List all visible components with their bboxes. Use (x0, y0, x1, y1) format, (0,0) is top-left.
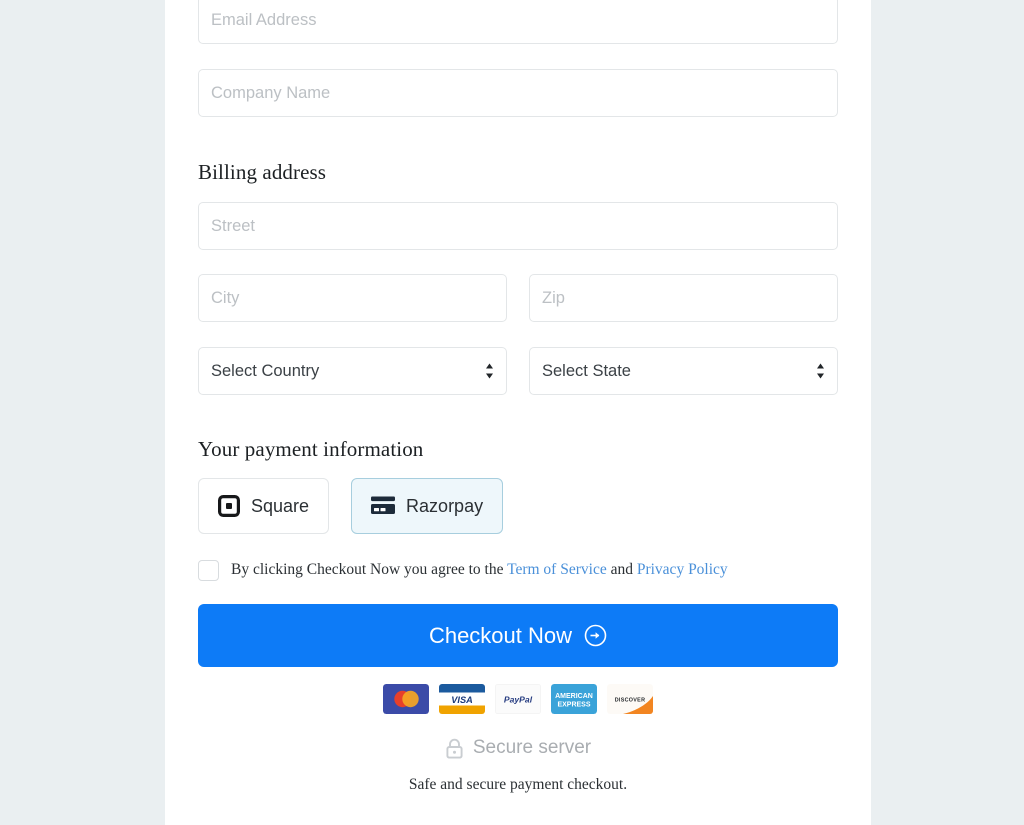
amex-logo: AMERICAN EXPRESS (551, 684, 597, 714)
accepted-cards-row: VISA PayPal AMERICAN EXPRESS DISCOVER (198, 684, 838, 714)
amex-logo-text-line2: EXPRESS (557, 701, 590, 708)
billing-address-heading: Billing address (198, 160, 327, 184)
secure-server-label: Secure server (472, 737, 592, 758)
terms-row: By clicking Checkout Now you agree to th… (198, 560, 838, 581)
mastercard-logo (383, 684, 429, 714)
visa-logo: VISA (439, 684, 485, 714)
secure-server-row: Secure server (198, 737, 838, 759)
street-input[interactable] (198, 202, 838, 250)
checkout-card: Billing address Select Country (165, 0, 871, 825)
terms-checkbox[interactable] (198, 560, 219, 581)
lock-icon (446, 738, 463, 759)
privacy-policy-link[interactable]: Privacy Policy (637, 561, 728, 578)
payment-method-label: Square (251, 496, 310, 516)
amex-logo-text-line1: AMERICAN (555, 693, 593, 700)
safe-payment-note: Safe and secure payment checkout. (408, 776, 628, 793)
discover-logo-text: DISCOVER (615, 697, 646, 703)
payment-method-square[interactable]: Square (198, 478, 330, 534)
email-input[interactable] (198, 0, 838, 44)
terms-of-service-link[interactable]: Term of Service (507, 561, 607, 578)
country-select-wrapper: Select Country (198, 347, 507, 395)
company-name-input[interactable] (198, 69, 838, 117)
square-logo-icon (218, 495, 240, 517)
payment-method-group: Square Razorpay (198, 478, 504, 534)
state-select-wrapper: Select State (529, 347, 838, 395)
checkout-now-button[interactable]: Checkout Now (198, 604, 838, 667)
payment-method-label: Razorpay (406, 496, 484, 516)
state-select[interactable]: Select State (529, 347, 838, 395)
paypal-logo-text: PayPal (504, 694, 533, 704)
terms-text: By clicking Checkout Now you agree to th… (231, 561, 728, 580)
zip-input[interactable] (529, 274, 838, 322)
arrow-right-circle-icon (584, 624, 607, 647)
credit-card-icon (371, 496, 396, 514)
terms-text-between: and (606, 561, 637, 579)
checkout-page: Billing address Select Country (0, 0, 1024, 825)
discover-logo: DISCOVER (607, 684, 653, 714)
checkout-now-label: Checkout Now (428, 622, 573, 648)
country-select[interactable]: Select Country (198, 347, 507, 395)
terms-text-before: By clicking Checkout Now you agree to th… (231, 561, 508, 579)
payment-information-heading: Your payment information (198, 437, 424, 461)
city-input[interactable] (198, 274, 507, 322)
paypal-logo: PayPal (495, 684, 541, 714)
payment-method-razorpay[interactable]: Razorpay (351, 478, 504, 534)
visa-logo-text: VISA (451, 695, 472, 705)
